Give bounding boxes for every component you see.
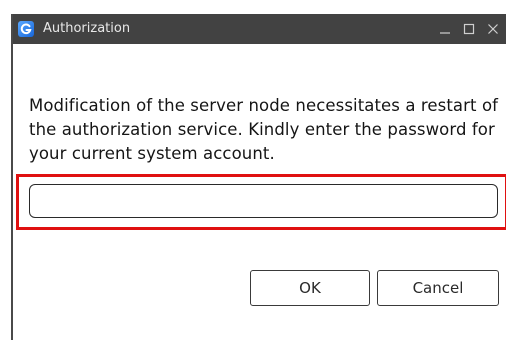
close-icon [488, 24, 498, 34]
close-button[interactable] [482, 14, 504, 44]
minimize-button[interactable] [434, 14, 456, 44]
cancel-button[interactable]: Cancel [377, 270, 499, 306]
ok-button[interactable]: OK [250, 270, 370, 306]
authorization-dialog: Authorization Modification of the server… [11, 14, 506, 340]
dialog-message: Modification of the server node necessit… [29, 96, 499, 163]
minimize-icon [440, 32, 450, 34]
app-g-logo-icon [18, 21, 34, 37]
maximize-icon [463, 23, 475, 35]
password-input[interactable] [29, 184, 498, 218]
title-bar[interactable]: Authorization [13, 14, 506, 44]
window-title: Authorization [43, 21, 131, 36]
maximize-button[interactable] [458, 14, 480, 44]
window-controls [434, 14, 506, 44]
